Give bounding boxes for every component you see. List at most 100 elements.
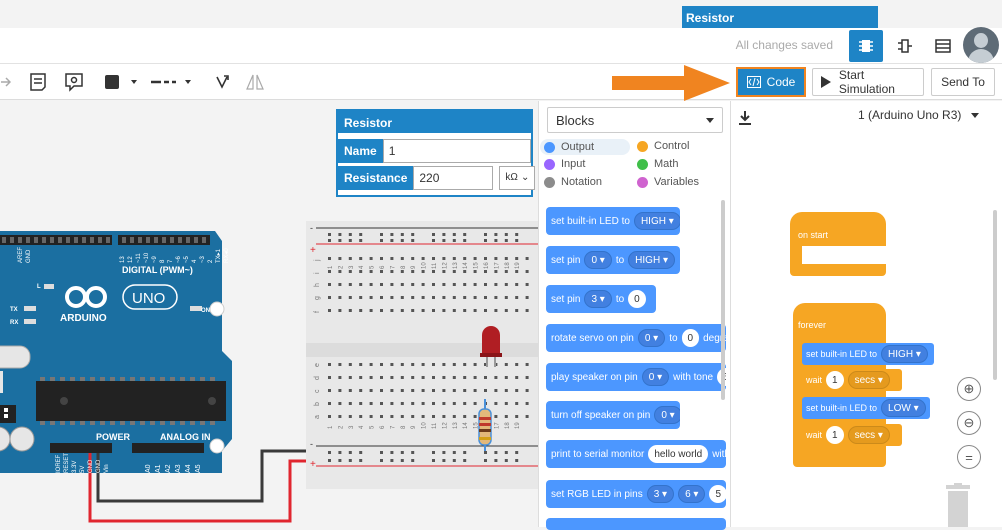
- block-text: rotate servo on pin: [551, 332, 634, 344]
- block-turn-off-speaker[interactable]: turn off speaker on pin 0 ▾: [546, 401, 680, 429]
- block-dropdown[interactable]: 0 ▾: [654, 406, 680, 424]
- fill-color-dropdown[interactable]: [104, 70, 142, 94]
- line-style-dropdown[interactable]: [150, 70, 196, 94]
- block-set-builtin-led[interactable]: set built-in LED to HIGH ▾: [546, 207, 680, 235]
- power-label: POWER: [96, 432, 131, 442]
- block-dropdown[interactable]: HIGH ▾: [628, 251, 675, 269]
- block-dropdown[interactable]: LOW ▾: [881, 399, 926, 417]
- ws-set-led-high[interactable]: set built-in LED to HIGH ▾: [802, 343, 934, 365]
- chevron-down-icon: ⌄: [520, 172, 530, 183]
- unit-select[interactable]: kΩ ⌄: [499, 166, 536, 190]
- variables-dot-icon: [637, 176, 648, 188]
- category-output[interactable]: Output: [540, 139, 630, 155]
- block-partial[interactable]: [546, 518, 726, 530]
- category-notation[interactable]: Notation: [544, 176, 602, 188]
- start-simulation-button[interactable]: Start Simulation: [812, 68, 924, 96]
- block-number[interactable]: 1: [826, 371, 844, 389]
- block-text: set RGB LED in pins: [551, 488, 643, 500]
- block-set-rgb-led[interactable]: set RGB LED in pins 3 ▾ 6 ▾ 5: [546, 480, 726, 508]
- svg-text:13: 13: [453, 422, 459, 429]
- block-rotate-servo[interactable]: rotate servo on pin 0 ▾ to 0 degre: [546, 324, 726, 352]
- block-dropdown[interactable]: secs ▾: [847, 426, 890, 444]
- name-field[interactable]: 1: [382, 139, 531, 163]
- zoom-out-icon[interactable]: ⊖: [957, 411, 981, 435]
- block-text: set pin: [551, 254, 581, 266]
- svg-text:IOREF: IOREF: [56, 454, 62, 473]
- block-dropdown[interactable]: 6 ▾: [678, 485, 706, 503]
- block-number[interactable]: 5: [709, 485, 726, 503]
- category-math[interactable]: Math: [637, 158, 678, 170]
- category-control[interactable]: Control: [637, 140, 689, 152]
- schematic-view-button[interactable]: [889, 30, 921, 62]
- resistor-tooltip-tab: Resistor: [682, 6, 878, 30]
- ws-set-led-low[interactable]: set built-in LED to LOW ▾: [802, 397, 930, 419]
- user-avatar[interactable]: [963, 27, 999, 63]
- block-dropdown[interactable]: 0 ▾: [641, 368, 670, 386]
- svg-text:+: +: [310, 459, 316, 470]
- analog-label: ANALOG IN: [160, 432, 211, 442]
- svg-text:10: 10: [422, 422, 428, 429]
- svg-text:e: e: [314, 363, 321, 367]
- block-set-pin[interactable]: set pin 0 ▾ to HIGH ▾: [546, 246, 680, 274]
- note-icon[interactable]: [26, 70, 50, 94]
- block-number[interactable]: 0: [681, 329, 700, 347]
- trash-icon[interactable]: [944, 483, 972, 527]
- unit-value: kΩ: [505, 172, 518, 183]
- inspector-name-row: Name 1: [338, 139, 531, 163]
- svg-text:19: 19: [515, 262, 521, 269]
- svg-text:TX▸1: TX▸1: [216, 248, 222, 263]
- ws-wait-1[interactable]: wait 1 secs ▾: [802, 369, 902, 391]
- block-text-input[interactable]: hello world: [648, 445, 709, 463]
- notation-dot-icon: [544, 176, 555, 188]
- svg-text:11: 11: [432, 422, 438, 429]
- flip-icon[interactable]: [244, 70, 266, 94]
- block-number[interactable]: 1: [826, 426, 844, 444]
- circuit-view-button[interactable]: [849, 30, 883, 62]
- svg-text:RX◂0: RX◂0: [224, 248, 230, 263]
- zoom-in-icon[interactable]: ⊕: [957, 377, 981, 401]
- block-dropdown[interactable]: 0 ▾: [637, 329, 666, 347]
- category-label: Output: [561, 141, 595, 153]
- rotate-icon[interactable]: [212, 70, 232, 94]
- svg-text:g: g: [314, 296, 321, 300]
- code-button[interactable]: Code: [736, 67, 806, 97]
- svg-text:13: 13: [120, 256, 126, 263]
- block-dropdown[interactable]: 3 ▾: [646, 485, 675, 503]
- blocks-scrollbar[interactable]: [721, 200, 725, 400]
- block-number[interactable]: 0: [628, 290, 646, 308]
- name-label: Name: [338, 139, 383, 163]
- svg-text:~11: ~11: [136, 253, 142, 263]
- on-start-block[interactable]: on start: [790, 212, 886, 276]
- board-select[interactable]: 1 (Arduino Uno R3): [858, 108, 980, 122]
- block-dropdown[interactable]: 0 ▾: [584, 251, 612, 269]
- block-dropdown[interactable]: secs ▾: [847, 371, 890, 389]
- block-print-serial[interactable]: print to serial monitor hello world with: [546, 440, 726, 468]
- category-label: Variables: [654, 176, 700, 188]
- forever-label: forever: [798, 320, 827, 330]
- code-mode-select[interactable]: Blocks: [547, 107, 723, 133]
- svg-text:10: 10: [422, 262, 428, 269]
- block-dropdown[interactable]: HIGH ▾: [633, 212, 680, 230]
- category-label: Math: [654, 158, 679, 170]
- block-dropdown[interactable]: 3 ▾: [584, 290, 612, 308]
- workspace-scrollbar[interactable]: [993, 210, 997, 380]
- digital-label: DIGITAL (PWM~): [122, 265, 193, 275]
- send-to-button[interactable]: Send To: [931, 68, 995, 96]
- component-list-button[interactable]: [927, 30, 959, 62]
- block-text: turn off speaker on pin: [551, 409, 651, 421]
- breadboard[interactable]: - + - +: [306, 221, 538, 489]
- redo-icon[interactable]: [0, 70, 12, 94]
- category-label: Notation: [561, 176, 602, 188]
- comment-icon[interactable]: [62, 70, 86, 94]
- ws-wait-2[interactable]: wait 1 secs ▾: [802, 424, 902, 446]
- category-input[interactable]: Input: [544, 158, 585, 170]
- resistance-field[interactable]: 220: [413, 166, 494, 190]
- block-dropdown[interactable]: HIGH ▾: [881, 345, 928, 363]
- download-icon[interactable]: [738, 110, 752, 129]
- block-play-speaker[interactable]: play speaker on pin 0 ▾ with tone 6: [546, 363, 726, 391]
- svg-text:a: a: [314, 415, 321, 419]
- block-set-pin-value[interactable]: set pin 3 ▾ to 0: [546, 285, 656, 313]
- zoom-reset-icon[interactable]: =: [957, 445, 981, 469]
- category-variables[interactable]: Variables: [637, 176, 699, 188]
- inspector-resistance-row: Resistance 220 kΩ ⌄: [338, 166, 536, 190]
